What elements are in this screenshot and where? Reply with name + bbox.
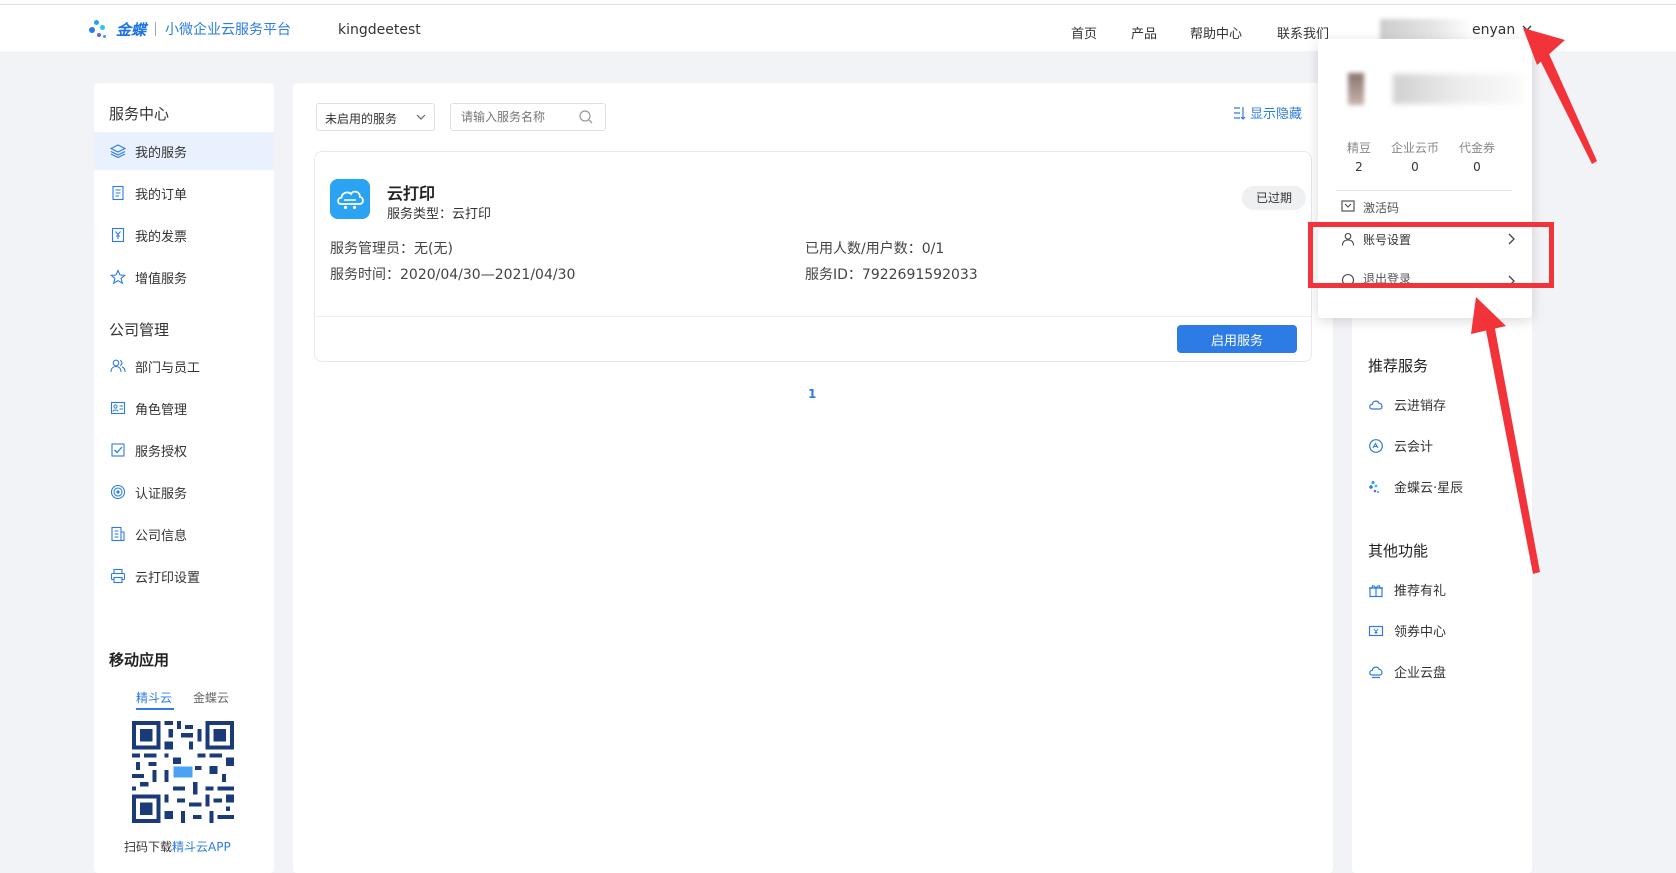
recommend-item-xingchen[interactable]: 金蝶云·星辰: [1368, 477, 1463, 496]
logo-dots-icon: [89, 17, 112, 41]
sidebar-item-label: 公司信息: [135, 528, 188, 544]
sidebar-item-departments[interactable]: 部门与员工: [94, 347, 274, 385]
list-toggle-icon: [1234, 106, 1245, 120]
nav-products[interactable]: 产品: [1131, 23, 1157, 42]
main-content: 未启用的服务 显示隐藏 云打印 服务类型：云打印 已过期 服务管理员：无(无) …: [293, 83, 1333, 873]
sidebar-item-label: 认证服务: [135, 486, 188, 502]
sidebar-item-label: 我的发票: [135, 229, 188, 245]
service-filter-select[interactable]: 未启用的服务: [316, 103, 435, 131]
sidebar-item-label: 部门与员工: [135, 360, 201, 376]
qr-code-icon: [132, 721, 234, 823]
sidebar-item-print-settings[interactable]: 云打印设置: [94, 557, 274, 595]
user-name[interactable]: enyan: [1472, 22, 1515, 38]
menu-item-activation-code[interactable]: 激活码: [1318, 192, 1532, 216]
kingdee-icon: [1369, 480, 1379, 493]
avatar: [1348, 73, 1364, 105]
authorize-icon: [111, 443, 125, 457]
company-info-icon: [111, 526, 125, 542]
highlight-box: [1308, 222, 1554, 288]
nav-home[interactable]: 首页: [1071, 23, 1097, 42]
service-center-title: 服务中心: [109, 105, 170, 123]
card-divider: [315, 316, 1311, 317]
printer-icon: [110, 568, 126, 584]
recommend-item-accounting[interactable]: 云会计: [1368, 436, 1433, 455]
account-info-redacted: [1393, 74, 1523, 104]
user-name-redacted: [1380, 19, 1472, 41]
tab-jingdouyun[interactable]: 精斗云: [136, 689, 172, 706]
sidebar: 服务中心 我的服务 我的订单 我的发票 增值服务 公司管理 部门与员工 角色管理…: [94, 83, 274, 873]
recommend-item-inventory[interactable]: 云进销存: [1368, 395, 1446, 414]
coupon-icon: [1368, 625, 1384, 636]
invoice-icon: [111, 227, 125, 243]
certify-icon: [110, 484, 126, 500]
logo-brand: 金蝶: [116, 20, 147, 39]
service-time: 服务时间：2020/04/30—2021/04/30: [330, 267, 576, 283]
sidebar-item-label: 我的订单: [135, 187, 188, 203]
activation-code-icon: [1341, 200, 1355, 212]
sidebar-item-company-info[interactable]: 公司信息: [94, 515, 274, 553]
layers-icon: [110, 144, 126, 159]
gift-icon: [1369, 584, 1383, 597]
sidebar-item-my-services[interactable]: 我的服务: [94, 132, 274, 170]
status-badge: 已过期: [1242, 186, 1306, 210]
other-features-title: 其他功能: [1368, 542, 1429, 560]
sidebar-item-value-added[interactable]: 增值服务: [94, 258, 274, 296]
sidebar-item-my-invoices[interactable]: 我的发票: [94, 216, 274, 254]
company-management-title: 公司管理: [109, 321, 170, 339]
sidebar-item-certification[interactable]: 认证服务: [94, 473, 274, 511]
sidebar-item-authorization[interactable]: 服务授权: [94, 431, 274, 469]
stat-jingdou: 精豆 2: [1346, 141, 1371, 174]
platform-name: 小微企业云服务平台: [165, 22, 292, 38]
other-item-referral[interactable]: 推荐有礼: [1368, 580, 1446, 599]
enable-service-button[interactable]: 启用服务: [1177, 325, 1297, 353]
cloud-icon: [1369, 400, 1383, 410]
sidebar-item-label: 服务授权: [135, 444, 188, 460]
app-link[interactable]: 精斗云APP: [172, 840, 231, 854]
logo-divider: [155, 22, 157, 36]
chevron-down-icon[interactable]: [1522, 23, 1532, 33]
stat-vouchers: 代金券 0: [1458, 141, 1495, 174]
users-icon: [110, 359, 126, 373]
mobile-apps-title: 移动应用: [109, 651, 170, 669]
menu-divider: [1336, 190, 1512, 191]
sidebar-item-label: 角色管理: [135, 402, 188, 418]
logo[interactable]: 金蝶 小微企业云服务平台: [89, 17, 292, 41]
service-card: 云打印 服务类型：云打印 已过期 服务管理员：无(无) 服务时间：2020/04…: [314, 151, 1312, 362]
order-icon: [112, 185, 124, 201]
star-icon: [110, 269, 126, 285]
search-icon[interactable]: [578, 109, 594, 125]
service-users: 已用人数/用户数：0/1: [805, 241, 945, 257]
scan-download-text: 扫码下载精斗云APP: [124, 840, 231, 854]
pagination-page[interactable]: 1: [808, 387, 816, 401]
nav-help-center[interactable]: 帮助中心: [1190, 23, 1242, 42]
accounting-icon: [1369, 438, 1383, 453]
sidebar-item-roles[interactable]: 角色管理: [94, 389, 274, 427]
active-tab-indicator: [136, 708, 174, 710]
sidebar-item-my-orders[interactable]: 我的订单: [94, 174, 274, 212]
role-icon: [110, 401, 126, 415]
tab-kingdee-cloud[interactable]: 金蝶云: [193, 689, 229, 706]
service-name: 云打印: [387, 184, 436, 203]
other-item-coupons[interactable]: 领券中心: [1368, 621, 1446, 640]
other-item-cloud-disk[interactable]: 企业云盘: [1368, 662, 1446, 681]
cloud-disk-icon: [1369, 666, 1383, 678]
service-admin: 服务管理员：无(无): [330, 241, 453, 257]
cloud-print-app-icon: [330, 179, 370, 219]
service-type: 服务类型：云打印: [387, 207, 492, 222]
stat-cloud-coins: 企业云币 0: [1390, 141, 1439, 174]
company-name: kingdeetest: [338, 22, 421, 38]
recommend-title: 推荐服务: [1368, 357, 1429, 375]
service-id: 服务ID：7922691592033: [805, 267, 978, 283]
show-hidden-toggle[interactable]: 显示隐藏: [1233, 103, 1302, 122]
sidebar-item-label: 增值服务: [135, 271, 188, 287]
chevron-down-icon: [416, 114, 426, 120]
sidebar-item-label: 云打印设置: [135, 570, 201, 586]
sidebar-item-label: 我的服务: [135, 145, 188, 161]
